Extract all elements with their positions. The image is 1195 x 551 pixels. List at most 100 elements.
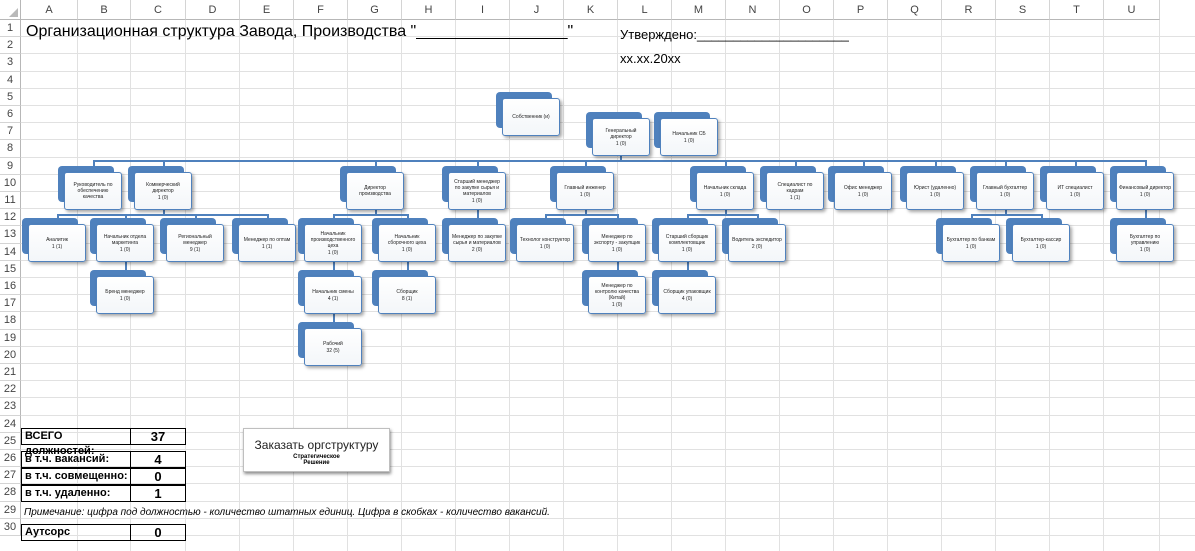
column-header[interactable]: P bbox=[834, 0, 888, 20]
row-header[interactable]: 1 bbox=[0, 20, 21, 38]
org-node-n9[interactable]: Юрист (удаленно) 1 (0) bbox=[906, 172, 964, 210]
column-header[interactable]: M bbox=[672, 0, 726, 20]
grid-column-line bbox=[725, 20, 726, 551]
org-node-shift[interactable]: Начальник смены 4 (1) bbox=[304, 276, 362, 314]
org-node-wholesale[interactable]: Менеджер по оптам 1 (1) bbox=[238, 224, 296, 262]
column-header[interactable]: K bbox=[564, 0, 618, 20]
org-node-bankacc[interactable]: Бухгалтер по банкам 1 (0) bbox=[942, 224, 1000, 262]
row-header[interactable]: 7 bbox=[0, 123, 21, 141]
column-header[interactable]: S bbox=[996, 0, 1050, 20]
org-node-n11[interactable]: ИТ специалист 1 (0) bbox=[1046, 172, 1104, 210]
org-node-buyer[interactable]: Менеджер по закупке сырья и материалов 2 … bbox=[448, 224, 506, 262]
column-header[interactable]: F bbox=[294, 0, 348, 20]
row-header[interactable]: 26 bbox=[0, 450, 21, 468]
column-header[interactable]: L bbox=[618, 0, 672, 20]
column-header[interactable]: I bbox=[456, 0, 510, 20]
org-node-title: Начальник смены bbox=[312, 288, 354, 295]
row-header[interactable]: 16 bbox=[0, 278, 21, 296]
row-header[interactable]: 10 bbox=[0, 174, 21, 192]
column-header[interactable]: C bbox=[131, 0, 186, 20]
row-header[interactable]: 18 bbox=[0, 312, 21, 330]
row-header[interactable]: 2 bbox=[0, 37, 21, 55]
row-header[interactable]: 5 bbox=[0, 88, 21, 106]
order-orgstructure-button[interactable]: Заказать оргструктуру Стратегическое Реш… bbox=[243, 428, 390, 472]
row-header[interactable]: 22 bbox=[0, 381, 21, 399]
org-node-cashacc[interactable]: Бухгалтер-кассир 1 (0) bbox=[1012, 224, 1070, 262]
org-node-seniorassembler[interactable]: Старший сборщик комплектовщик 1 (0) bbox=[658, 224, 716, 262]
row-header[interactable]: 23 bbox=[0, 398, 21, 416]
row-header[interactable]: 17 bbox=[0, 295, 21, 313]
org-node-marketing[interactable]: Начальник отдела маркетинга 1 (0) bbox=[96, 224, 154, 262]
org-node-n3[interactable]: Директор производства bbox=[346, 172, 404, 210]
row-header[interactable]: 3 bbox=[0, 54, 21, 72]
column-header[interactable]: R bbox=[942, 0, 996, 20]
org-node-n8[interactable]: Офис менеджер 1 (0) bbox=[834, 172, 892, 210]
org-node-assembler[interactable]: Сборщик 8 (1) bbox=[378, 276, 436, 314]
org-node-count: 1 (1) bbox=[789, 194, 801, 201]
org-node-assemblyhead[interactable]: Начальник сборочного цеха 1 (0) bbox=[378, 224, 436, 262]
row-header[interactable]: 20 bbox=[0, 346, 21, 364]
org-node-n2[interactable]: Коммерческий директор 1 (0) bbox=[134, 172, 192, 210]
row-header[interactable]: 27 bbox=[0, 467, 21, 485]
org-node-n5[interactable]: Главный инженер 1 (0) bbox=[556, 172, 614, 210]
column-header[interactable]: G bbox=[348, 0, 402, 20]
org-node-quality[interactable]: Менеджер по контролю качества (Китай) 1 (… bbox=[588, 276, 646, 314]
org-node-driver[interactable]: Водитель экспедитор 2 (0) bbox=[728, 224, 786, 262]
outsource-label: Аутсорс bbox=[21, 524, 131, 541]
org-node-n10[interactable]: Главный бухгалтер 1 (0) bbox=[976, 172, 1034, 210]
column-header[interactable]: U bbox=[1104, 0, 1160, 20]
row-header[interactable]: 11 bbox=[0, 192, 21, 210]
column-header[interactable]: B bbox=[78, 0, 131, 20]
column-header[interactable]: E bbox=[240, 0, 294, 20]
spreadsheet-grid[interactable]: ABCDEFGHIJKLMNOPQRSTU 1 2 3 4 5 6 7 8 9 10 11 12 13 1… bbox=[0, 0, 1195, 551]
row-header[interactable]: 30 bbox=[0, 518, 21, 536]
org-node-n7[interactable]: Специалист по кадрам 1 (1) bbox=[766, 172, 824, 210]
row-header[interactable]: 15 bbox=[0, 260, 21, 278]
column-header[interactable]: Q bbox=[888, 0, 942, 20]
org-node-mgmtacc[interactable]: Бухгалтер по управлению 1 (0) bbox=[1116, 224, 1174, 262]
row-header[interactable]: 21 bbox=[0, 364, 21, 382]
grid-column-line bbox=[1049, 20, 1050, 551]
column-header[interactable]: H bbox=[402, 0, 456, 20]
org-node-packer[interactable]: Сборщик упаковщик 4 (0) bbox=[658, 276, 716, 314]
org-node-count: 2 (0) bbox=[471, 246, 483, 253]
row-header[interactable]: 25 bbox=[0, 432, 21, 450]
org-node-count: 1 (0) bbox=[157, 194, 169, 201]
org-node-prodhead[interactable]: Начальник производственного цеха 1 (0) bbox=[304, 224, 362, 262]
row-header[interactable]: 24 bbox=[0, 415, 21, 433]
org-node-technologist[interactable]: Технолог конструктор 1 (0) bbox=[516, 224, 574, 262]
org-node-gd[interactable]: Генеральный директор 1 (0) bbox=[592, 118, 650, 156]
org-node-sb[interactable]: Начальник СБ 1 (0) bbox=[660, 118, 718, 156]
org-node-n1[interactable]: Руководитель по обеспечению качества bbox=[64, 172, 122, 210]
row-header[interactable]: 9 bbox=[0, 157, 21, 175]
org-node-count: 4 (0) bbox=[681, 295, 693, 302]
row-header[interactable]: 19 bbox=[0, 329, 21, 347]
row-header[interactable]: 6 bbox=[0, 106, 21, 124]
org-node-n4[interactable]: Старший менеджер по закупке сырья и мате… bbox=[448, 172, 506, 210]
column-header[interactable]: O bbox=[780, 0, 834, 20]
row-header[interactable]: 4 bbox=[0, 71, 21, 89]
row-header[interactable]: 14 bbox=[0, 243, 21, 261]
org-node-count: 1 (0) bbox=[999, 191, 1011, 198]
org-node-owner[interactable]: Собственник (и) bbox=[502, 98, 560, 136]
org-connector bbox=[545, 214, 617, 216]
org-node-regional[interactable]: Региональный менеджер 9 (1) bbox=[166, 224, 224, 262]
org-node-brand[interactable]: Бренд менеджер 1 (0) bbox=[96, 276, 154, 314]
column-header[interactable]: A bbox=[21, 0, 78, 20]
org-node-worker[interactable]: Рабочий 32 (5) bbox=[304, 328, 362, 366]
row-header[interactable]: 8 bbox=[0, 140, 21, 158]
row-header[interactable]: 28 bbox=[0, 484, 21, 502]
row-header[interactable]: 29 bbox=[0, 501, 21, 519]
org-node-n6[interactable]: Начальник склада 1 (0) bbox=[696, 172, 754, 210]
row-header[interactable]: 12 bbox=[0, 209, 21, 227]
column-header[interactable]: T bbox=[1050, 0, 1104, 20]
org-node-title: Старший сборщик комплектовщик bbox=[665, 233, 709, 246]
org-node-analyst[interactable]: Аналитик 1 (1) bbox=[28, 224, 86, 262]
column-header[interactable]: J bbox=[510, 0, 564, 20]
org-node-n12[interactable]: Финансовый директор 1 (0) bbox=[1116, 172, 1174, 210]
column-header[interactable]: D bbox=[186, 0, 240, 20]
org-node-exportmgr[interactable]: Менеджер по экспорту - закупщик 1 (0) bbox=[588, 224, 646, 262]
column-header[interactable]: N bbox=[726, 0, 780, 20]
select-all-corner[interactable] bbox=[0, 0, 21, 20]
row-header[interactable]: 13 bbox=[0, 226, 21, 244]
